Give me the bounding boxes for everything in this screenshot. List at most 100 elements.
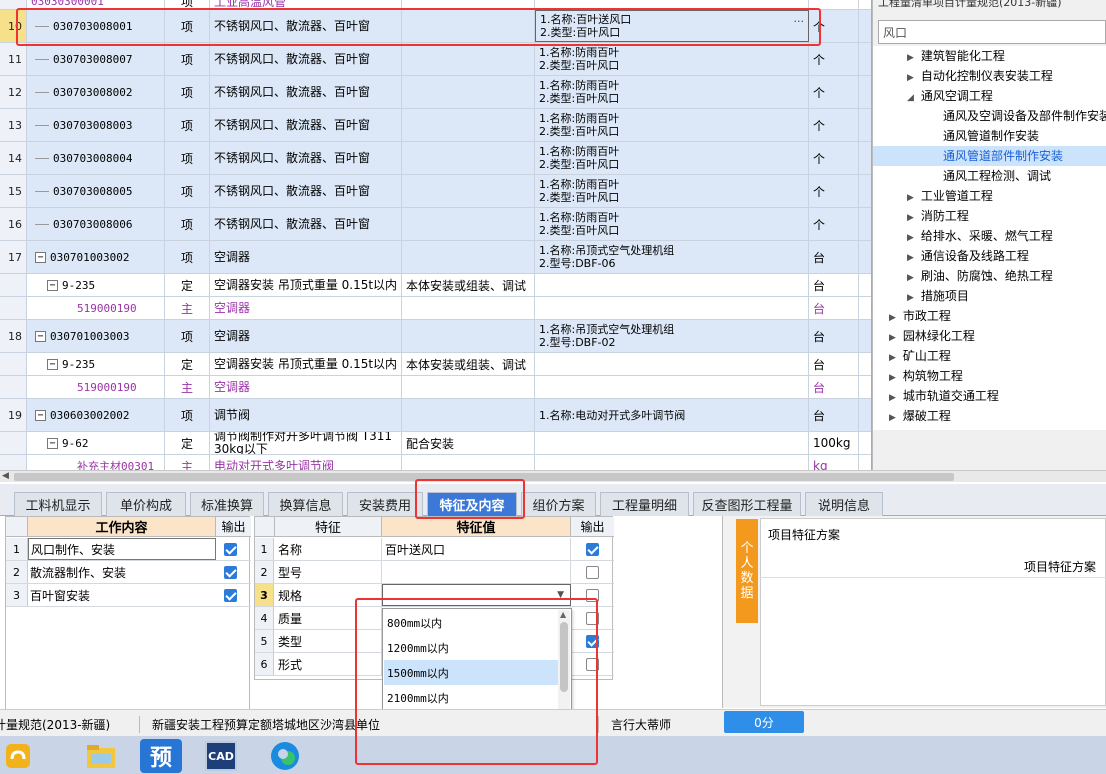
row-work-content[interactable] — [402, 320, 535, 352]
output-checkbox[interactable] — [224, 543, 237, 556]
tree-expand-icon[interactable]: ◢ — [907, 88, 917, 106]
row-name[interactable]: 空调器 — [210, 241, 402, 273]
tree-expand-icon[interactable]: ▶ — [889, 388, 899, 406]
table-row[interactable]: 17−030701003002 项空调器 1.名称:吊顶式空气处理机组 2.型号:DB… — [0, 241, 871, 274]
row-code-cell[interactable]: 030703008001 — [27, 10, 165, 42]
row-features[interactable]: 1.名称:防雨百叶 2.类型:百叶风口 — [535, 142, 809, 174]
work-content-row[interactable]: 3 百叶窗安装 — [6, 584, 251, 607]
dropdown-option[interactable]: 1500mm以内 — [384, 660, 559, 685]
collapse-icon[interactable]: − — [47, 358, 58, 370]
output-checkbox[interactable] — [586, 635, 599, 648]
output-checkbox[interactable] — [224, 589, 237, 602]
row-work-content[interactable] — [402, 399, 535, 431]
output-checkbox[interactable] — [586, 658, 599, 671]
spec-search-input[interactable] — [878, 20, 1106, 44]
feature-row[interactable]: 1 名称 百叶送风口 — [255, 538, 614, 561]
table-row[interactable]: 19−030603002002 项调节阀 1.名称:电动对开式多叶调节阀台 — [0, 399, 871, 432]
row-work-content[interactable] — [402, 297, 535, 319]
row-code-cell[interactable]: −030603002002 — [27, 399, 165, 431]
work-content-row[interactable]: 1 风口制作、安装 — [6, 538, 251, 561]
grid-horizontal-scrollbar[interactable]: ◀ — [0, 470, 1106, 482]
row-work-content[interactable] — [402, 455, 535, 470]
dropdown-arrow-icon[interactable]: ▼ — [557, 590, 564, 600]
row-name[interactable]: 空调器 — [210, 376, 402, 398]
row-name[interactable]: 不锈钢风口、散流器、百叶窗 — [210, 76, 402, 108]
row-code-cell[interactable]: −9-235 — [27, 274, 165, 296]
table-row[interactable]: −9-235 定空调器安装 吊顶式重量 0.15t以内 本体安装或组装、调试台 — [0, 353, 871, 376]
row-features[interactable]: 1.名称:防雨百叶 2.类型:百叶风口 — [535, 43, 809, 75]
tree-node[interactable]: ▶ 园林绿化工程 — [873, 326, 1106, 346]
yu-app-icon[interactable]: 预 — [140, 739, 182, 773]
row-work-content[interactable]: 配合安装 — [402, 432, 535, 454]
tree-node[interactable]: ▶ 构筑物工程 — [873, 366, 1106, 386]
tree-expand-icon[interactable]: ▶ — [889, 328, 899, 346]
row-work-content[interactable] — [402, 142, 535, 174]
row-code-cell[interactable]: 补充主材00301 — [27, 455, 165, 470]
edge-browser-icon[interactable] — [264, 739, 306, 773]
personal-data-tab[interactable]: 个人数据 — [736, 519, 758, 623]
row-work-content[interactable] — [402, 76, 535, 108]
tab-6[interactable]: 组价方案 — [521, 492, 596, 516]
row-name[interactable]: 空调器 — [210, 320, 402, 352]
table-row[interactable]: 16 030703008006 项不锈钢风口、散流器、百叶窗 1.名称:防雨百叶 2.类… — [0, 208, 871, 241]
tree-node[interactable]: ▶ 城市轨道交通工程 — [873, 386, 1106, 406]
tree-expand-icon[interactable]: ▶ — [889, 408, 899, 426]
tab-5[interactable]: 特征及内容 — [427, 492, 517, 516]
feature-row[interactable]: 2 型号 — [255, 561, 614, 584]
tree-node[interactable]: 通风管道制作安装 — [873, 126, 1106, 146]
row-name[interactable]: 空调器安装 吊顶式重量 0.15t以内 — [210, 274, 402, 296]
row-name[interactable]: 空调器安装 吊顶式重量 0.15t以内 — [210, 353, 402, 375]
scroll-up-icon[interactable]: ▲ — [560, 610, 566, 619]
scrollbar-thumb[interactable] — [14, 473, 954, 481]
tab-1[interactable]: 单价构成 — [106, 492, 186, 516]
row-work-content[interactable]: 本体安装或组装、调试 — [402, 353, 535, 375]
work-content-row[interactable]: 2 散流器制作、安装 — [6, 561, 251, 584]
table-row[interactable]: 14 030703008004 项不锈钢风口、散流器、百叶窗 1.名称:防雨百叶 2.类… — [0, 142, 871, 175]
tree-expand-icon[interactable]: ▶ — [907, 188, 917, 206]
row-code-cell[interactable]: 519000190 — [27, 376, 165, 398]
collapse-icon[interactable]: − — [35, 330, 46, 342]
tree-expand-icon[interactable]: ▶ — [889, 348, 899, 366]
tab-4[interactable]: 安装费用 — [347, 492, 423, 516]
row-work-content[interactable] — [402, 43, 535, 75]
tree-node[interactable]: ▶ 建筑智能化工程 — [873, 46, 1106, 66]
row-code-cell[interactable]: 030703008005 — [27, 175, 165, 207]
row-name[interactable]: 调节阀制作对开多叶调节阀 T311 30kg以下 — [210, 432, 402, 454]
feature-value[interactable] — [382, 561, 571, 583]
tree-node[interactable]: 通风工程检测、调试 — [873, 166, 1106, 186]
tree-node[interactable]: ▶ 通信设备及线路工程 — [873, 246, 1106, 266]
tree-node[interactable]: 通风及空调设备及部件制作安装 — [873, 106, 1106, 126]
table-row[interactable]: 11 030703008007 项不锈钢风口、散流器、百叶窗 1.名称:防雨百叶 2.类… — [0, 43, 871, 76]
row-name[interactable]: 不锈钢风口、散流器、百叶窗 — [210, 175, 402, 207]
row-features[interactable]: 1.名称:吊顶式空气处理机组 2.型号:DBF-06 — [535, 241, 809, 273]
tab-0[interactable]: 工料机显示 — [14, 492, 102, 516]
row-name[interactable]: 不锈钢风口、散流器、百叶窗 — [210, 142, 402, 174]
row-features[interactable] — [535, 455, 809, 470]
table-row[interactable]: 15 030703008005 项不锈钢风口、散流器、百叶窗 1.名称:防雨百叶 2.类… — [0, 175, 871, 208]
cad-app-icon[interactable]: CAD — [200, 739, 242, 773]
row-features[interactable] — [535, 432, 809, 454]
table-row[interactable]: 12 030703008002 项不锈钢风口、散流器、百叶窗 1.名称:防雨百叶 2.类… — [0, 76, 871, 109]
row-features[interactable]: 1.名称:防雨百叶 2.类型:百叶风口 — [535, 208, 809, 240]
row-work-content[interactable] — [402, 241, 535, 273]
output-checkbox[interactable] — [586, 543, 599, 556]
tree-expand-icon[interactable]: ▶ — [907, 288, 917, 306]
tree-expand-icon[interactable]: ▶ — [907, 208, 917, 226]
more-icon[interactable]: ··· — [794, 15, 805, 28]
tab-8[interactable]: 反查图形工程量 — [693, 492, 801, 516]
row-name[interactable]: 不锈钢风口、散流器、百叶窗 — [210, 109, 402, 141]
tree-node[interactable]: ◢ 通风空调工程 — [873, 86, 1106, 106]
tree-node[interactable]: ▶ 爆破工程 — [873, 406, 1106, 426]
tree-expand-icon[interactable]: ▶ — [907, 248, 917, 266]
table-row[interactable]: −9-62 定调节阀制作对开多叶调节阀 T311 30kg以下 配合安装 100kg — [0, 432, 871, 455]
tab-7[interactable]: 工程量明细 — [600, 492, 689, 516]
table-row[interactable]: −9-235 定空调器安装 吊顶式重量 0.15t以内 本体安装或组装、调试台 — [0, 274, 871, 297]
row-work-content[interactable] — [402, 10, 535, 42]
row-code-cell[interactable]: −9-235 — [27, 353, 165, 375]
collapse-icon[interactable]: − — [35, 251, 46, 263]
row-code-cell[interactable]: 030703008002 — [27, 76, 165, 108]
row-features[interactable] — [535, 376, 809, 398]
tree-node[interactable]: ▶ 给排水、采暖、燃气工程 — [873, 226, 1106, 246]
tab-9[interactable]: 说明信息 — [805, 492, 883, 516]
tree-expand-icon[interactable]: ▶ — [907, 48, 917, 66]
